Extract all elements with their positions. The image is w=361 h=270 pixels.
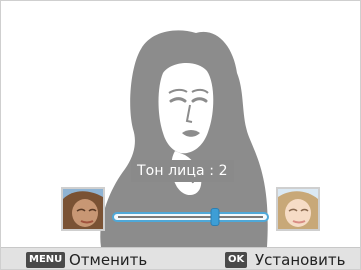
ok-key-icon[interactable]: OK [225, 252, 248, 268]
camera-screen: Тон лица : 2 MENU Отменить OK Установить [0, 0, 361, 270]
skin-tone-slider[interactable] [112, 208, 269, 226]
menu-key-icon[interactable]: MENU [26, 252, 66, 268]
slider-handle[interactable] [210, 208, 219, 226]
skin-tone-value-label: Тон лица : 2 [131, 160, 234, 182]
face-preview: Тон лица : 2 [1, 1, 360, 247]
cancel-button[interactable]: Отменить [69, 250, 147, 269]
darker-skin-thumbnail-icon [61, 187, 105, 231]
bottom-action-bar: MENU Отменить OK Установить [1, 247, 360, 269]
confirm-button[interactable]: Установить [255, 250, 345, 269]
lighter-skin-thumbnail-icon [276, 187, 320, 231]
slider-scale [118, 216, 263, 218]
